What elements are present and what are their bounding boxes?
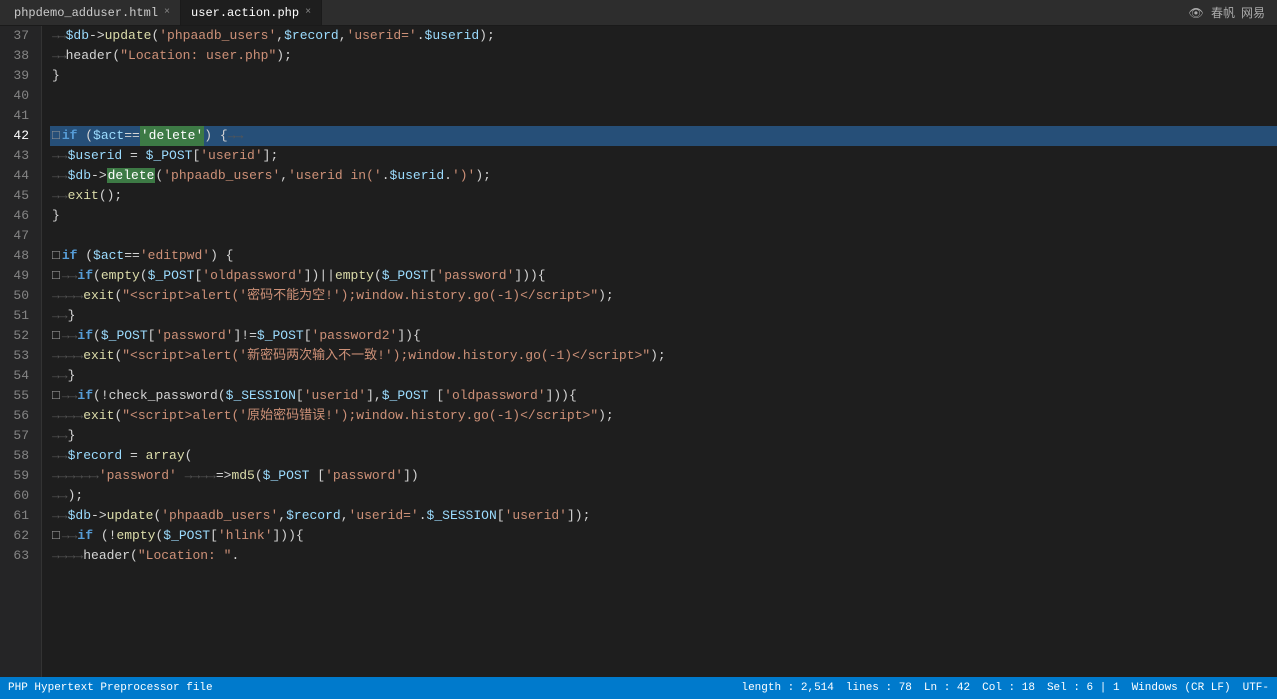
ln-48: 48 xyxy=(4,246,33,266)
code-content[interactable]: →→$db->update('phpaadb_users',$record,'u… xyxy=(42,26,1277,677)
code-line-56: →→→→exit("<script>alert('原始密码错误!');windo… xyxy=(50,406,1277,426)
status-right: length : 2,514 lines : 78 Ln : 42 Col : … xyxy=(741,682,1269,694)
code-line-55: □→→if(!check_password($_SESSION['userid'… xyxy=(50,386,1277,406)
status-bar: PHP Hypertext Preprocessor file length :… xyxy=(0,677,1277,699)
status-encoding: Windows (CR LF) xyxy=(1132,682,1231,694)
code-line-51: →→} xyxy=(50,306,1277,326)
ln-37: 37 xyxy=(4,26,33,46)
ln-55: 55 xyxy=(4,386,33,406)
tab-label-active: user.action.php xyxy=(191,6,299,20)
ln-62: 62 xyxy=(4,526,33,546)
code-line-59: →→→→→→'password' →→→→=>md5($_POST ['pass… xyxy=(50,466,1277,486)
ln-44: 44 xyxy=(4,166,33,186)
status-sel: Sel : 6 | 1 xyxy=(1047,682,1120,694)
code-line-44: →→$db->delete('phpaadb_users','userid in… xyxy=(50,166,1277,186)
ln-50: 50 xyxy=(4,286,33,306)
tab-close-2[interactable]: × xyxy=(305,7,311,18)
ln-63: 63 xyxy=(4,546,33,566)
ln-42: 42 xyxy=(4,126,33,146)
editor-window: phpdemo_adduser.html × user.action.php ×… xyxy=(0,0,1277,699)
ln-61: 61 xyxy=(4,506,33,526)
tab-close-1[interactable]: × xyxy=(164,7,170,18)
ln-57: 57 xyxy=(4,426,33,446)
code-line-58: →→$record = array( xyxy=(50,446,1277,466)
code-line-47 xyxy=(50,226,1277,246)
ln-47: 47 xyxy=(4,226,33,246)
code-line-61: →→$db->update('phpaadb_users',$record,'u… xyxy=(50,506,1277,526)
code-line-41 xyxy=(50,106,1277,126)
status-length: length : 2,514 xyxy=(741,682,833,694)
code-line-50: →→→→exit("<script>alert('密码不能为空!');windo… xyxy=(50,286,1277,306)
line-numbers: 37 38 39 40 41 42 43 44 45 46 47 48 49 5… xyxy=(0,26,42,677)
ln-51: 51 xyxy=(4,306,33,326)
code-area: 37 38 39 40 41 42 43 44 45 46 47 48 49 5… xyxy=(0,26,1277,677)
code-line-52: □→→if($_POST['password']!=$_POST['passwo… xyxy=(50,326,1277,346)
tab-phpdemo[interactable]: phpdemo_adduser.html × xyxy=(4,0,181,25)
code-line-60: →→); xyxy=(50,486,1277,506)
code-line-46: } xyxy=(50,206,1277,226)
code-line-54: →→} xyxy=(50,366,1277,386)
ln-40: 40 xyxy=(4,86,33,106)
status-left: PHP Hypertext Preprocessor file xyxy=(8,682,213,694)
top-right-logos: 👁 春帆 网易 xyxy=(1189,4,1273,21)
code-line-48: □if ($act=='editpwd') { xyxy=(50,246,1277,266)
tab-label: phpdemo_adduser.html xyxy=(14,6,158,20)
code-line-40 xyxy=(50,86,1277,106)
tab-bar: phpdemo_adduser.html × user.action.php ×… xyxy=(0,0,1277,26)
ln-54: 54 xyxy=(4,366,33,386)
tabs: phpdemo_adduser.html × user.action.php × xyxy=(4,0,322,25)
code-line-42: □if ($act=='delete') {→→ xyxy=(50,126,1277,146)
code-line-62: □→→if (!empty($_POST['hlink'])){ xyxy=(50,526,1277,546)
code-line-53: →→→→exit("<script>alert('新密码两次输入不一致!');w… xyxy=(50,346,1277,366)
tab-user-action[interactable]: user.action.php × xyxy=(181,0,322,25)
code-line-38: →→header("Location: user.php"); xyxy=(50,46,1277,66)
ln-56: 56 xyxy=(4,406,33,426)
code-line-37: →→$db->update('phpaadb_users',$record,'u… xyxy=(50,26,1277,46)
ln-58: 58 xyxy=(4,446,33,466)
ln-39: 39 xyxy=(4,66,33,86)
logo-wangyi: 网易 xyxy=(1241,4,1265,21)
ln-49: 49 xyxy=(4,266,33,286)
status-col: Col : 18 xyxy=(982,682,1035,694)
status-utf: UTF- xyxy=(1243,682,1269,694)
logo-chunfan: 👁 春帆 xyxy=(1189,4,1235,21)
ln-38: 38 xyxy=(4,46,33,66)
ln-46: 46 xyxy=(4,206,33,226)
code-line-49: □→→if(empty($_POST['oldpassword'])||empt… xyxy=(50,266,1277,286)
code-line-45: →→exit(); xyxy=(50,186,1277,206)
ln-52: 52 xyxy=(4,326,33,346)
ln-43: 43 xyxy=(4,146,33,166)
ln-60: 60 xyxy=(4,486,33,506)
status-lines: lines : 78 xyxy=(846,682,912,694)
ln-45: 45 xyxy=(4,186,33,206)
file-type: PHP Hypertext Preprocessor file xyxy=(8,682,213,694)
status-ln: Ln : 42 xyxy=(924,682,970,694)
ln-53: 53 xyxy=(4,346,33,366)
ln-59: 59 xyxy=(4,466,33,486)
code-line-63: →→→→header("Location: ". xyxy=(50,546,1277,566)
code-line-43: →→$userid = $_POST['userid']; xyxy=(50,146,1277,166)
code-line-57: →→} xyxy=(50,426,1277,446)
ln-41: 41 xyxy=(4,106,33,126)
code-line-39: } xyxy=(50,66,1277,86)
